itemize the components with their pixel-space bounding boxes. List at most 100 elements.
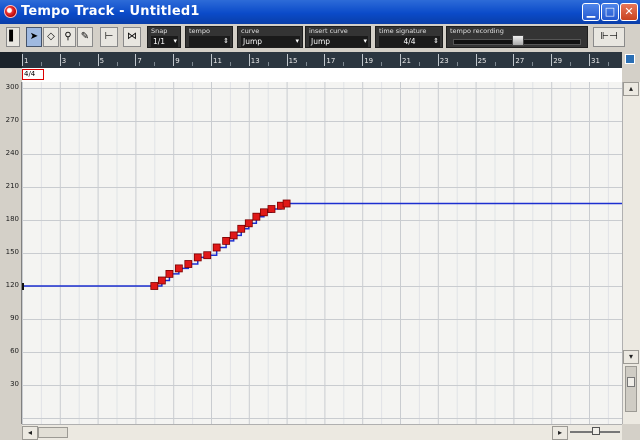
ruler-label: 27: [515, 57, 525, 65]
ruler-minor-tick: [607, 62, 609, 66]
info-button[interactable]: ▌: [6, 27, 20, 47]
ruler-minor-tick: [116, 62, 118, 66]
arrow-tool-icon: ➤: [29, 31, 39, 42]
zoom-tool-button[interactable]: ⚲: [60, 27, 76, 47]
tempo-point[interactable]: [244, 219, 253, 228]
arrow-right-icon: ▸: [557, 428, 562, 437]
tempo-point[interactable]: [237, 224, 246, 233]
ruler-tick: [211, 54, 212, 66]
ruler-minor-tick: [40, 62, 42, 66]
tempo-field[interactable]: tempo ⇕: [185, 26, 233, 48]
curve-value: Jump: [241, 36, 300, 47]
tempo-point[interactable]: [222, 236, 231, 245]
horizontal-zoom-thumb[interactable]: [592, 427, 600, 435]
tempo-chart[interactable]: [22, 82, 622, 424]
ruler-minor-tick: [192, 62, 194, 66]
tempo-axis-label: 90: [10, 314, 19, 322]
tempo-point[interactable]: [229, 231, 238, 240]
erase-tool-button[interactable]: ◇: [43, 27, 59, 47]
scroll-down-button[interactable]: ▾: [623, 350, 639, 364]
horizontal-scrollbar[interactable]: ◂ ▸: [22, 424, 622, 440]
tempo-point[interactable]: [282, 199, 291, 208]
time-signature-value: 4/4: [379, 36, 440, 47]
tempo-axis-label: 300: [5, 83, 19, 91]
tempo-point[interactable]: [184, 260, 193, 268]
ruler-tick: [475, 54, 477, 66]
ruler-options[interactable]: [622, 52, 640, 68]
tempo-curve-area[interactable]: [22, 82, 622, 424]
tempo-point[interactable]: [157, 276, 166, 285]
ruler-label: 3: [61, 57, 67, 65]
ruler-minor-tick: [381, 62, 383, 66]
time-signature-marker[interactable]: 4/4: [22, 69, 44, 80]
close-button[interactable]: ✕: [620, 3, 638, 21]
ruler-label: 5: [99, 57, 105, 65]
ruler-tick: [513, 54, 515, 66]
scroll-up-button[interactable]: ▴: [623, 82, 639, 96]
arrow-up-icon: ▴: [628, 84, 633, 93]
signature-lane[interactable]: 4/4: [22, 68, 622, 83]
slider-knob[interactable]: [512, 35, 524, 46]
time-signature-field[interactable]: time signature 4/4 ⇕: [375, 26, 443, 48]
ruler-tick: [437, 54, 439, 66]
ruler-label: 9: [175, 57, 180, 65]
scroll-right-button[interactable]: ▸: [552, 426, 568, 440]
ruler-tick: [286, 54, 288, 66]
tempo-axis-label: 240: [5, 149, 19, 157]
arrow-down-icon: ▾: [628, 352, 633, 361]
tempo-point[interactable]: [252, 212, 261, 221]
tempo-recording-slider[interactable]: tempo recording: [446, 26, 588, 48]
vertical-scrollbar[interactable]: ▴ ▾: [622, 82, 640, 424]
split-icon: ⊢: [104, 31, 114, 42]
tempo-axis-label: 270: [5, 116, 19, 124]
ruler-minor-tick: [343, 62, 345, 66]
ruler-tick: [400, 54, 401, 66]
zoom-thumb[interactable]: [627, 377, 635, 387]
corner-filler: [622, 424, 640, 440]
pencil-tool-button[interactable]: ✎: [77, 27, 93, 47]
vertical-zoom-slider[interactable]: [625, 366, 637, 412]
snap-label: Snap: [151, 27, 168, 35]
bar-ruler[interactable]: 1 3 5 7 9 11 13 15 17 19 21 23 25 27 29 31: [22, 52, 622, 68]
zoom-tool-icon: ⚲: [64, 31, 72, 42]
chevron-down-icon: ▾: [295, 37, 299, 45]
tempo-point[interactable]: [193, 253, 202, 262]
tempo-point[interactable]: [212, 243, 221, 252]
maximize-button[interactable]: □: [601, 3, 619, 21]
tempo-point[interactable]: [267, 205, 276, 213]
horizontal-zoom-slider[interactable]: [570, 427, 620, 435]
chevron-down-icon: ▾: [173, 37, 177, 45]
ruler-label: 17: [326, 57, 336, 65]
tempo-axis-label: 150: [5, 248, 19, 256]
tempo-point[interactable]: [165, 269, 174, 278]
app-logo-icon: [4, 5, 17, 18]
snap-button[interactable]: ⋈: [123, 27, 141, 47]
tempo-zoom-button[interactable]: ⊩⊣: [593, 27, 625, 47]
snap-select[interactable]: Snap 1/1 ▾: [147, 26, 181, 48]
tempo-point[interactable]: [150, 282, 159, 290]
ruler-tick: [551, 54, 553, 66]
minimize-button[interactable]: ▁: [582, 3, 600, 21]
insert-curve-label: insert curve: [309, 27, 348, 35]
tempo-start-marker: [22, 283, 24, 290]
tempo-axis-label: 120: [5, 281, 19, 289]
ruler-minor-tick: [229, 62, 231, 66]
tempo-point[interactable]: [203, 251, 212, 260]
ruler-label: 29: [553, 57, 563, 65]
title-bar[interactable]: Tempo Track - Untitled1 ▁ □ ✕: [0, 0, 640, 24]
zoom-fit-icon: ⊩⊣: [600, 31, 618, 42]
split-button[interactable]: ⊢: [100, 27, 118, 47]
tempo-point[interactable]: [174, 264, 183, 273]
arrow-tool-button[interactable]: ➤: [26, 27, 42, 47]
tempo-point[interactable]: [260, 208, 268, 217]
ruler-label: 11: [213, 57, 222, 65]
curve-select[interactable]: curve Jump ▾: [237, 26, 303, 48]
stepper-icon: ⇕: [223, 37, 229, 45]
ruler-minor-tick: [494, 62, 496, 66]
tempo-label: tempo: [189, 27, 210, 35]
insert-curve-select[interactable]: insert curve Jump ▾: [305, 26, 371, 48]
scroll-left-button[interactable]: ◂: [22, 426, 38, 440]
chevron-down-icon: ▾: [363, 37, 367, 45]
maximize-icon: □: [604, 5, 616, 18]
horizontal-scroll-thumb[interactable]: [38, 427, 68, 438]
